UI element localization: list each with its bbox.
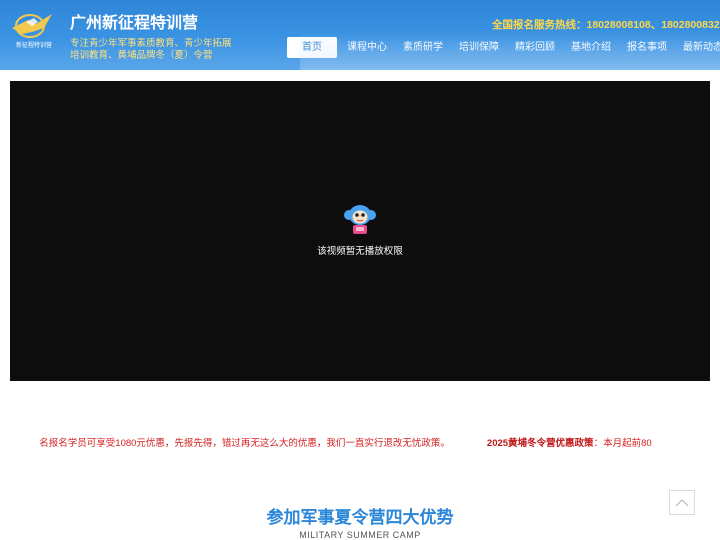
site-header: 新征程特训营 广州新征程特训营 专注青少年军事素质教育、青少年拓展 培训教育、黄… [0, 0, 720, 70]
nav-item-review[interactable]: 精彩回顾 [507, 37, 563, 58]
section-subtitle: MILITARY SUMMER CAMP [299, 530, 421, 540]
announcement-marquee[interactable]: 0名报名学员可享受1080元优惠，先报先得，错过再无这么大的优惠，我们一直实行退… [40, 433, 680, 449]
nav-item-courses[interactable]: 课程中心 [339, 37, 395, 58]
mascot-monkey-icon [344, 205, 376, 234]
nav-item-guarantee[interactable]: 培训保障 [451, 37, 507, 58]
video-player[interactable]: 该视频暂无播放权限 [10, 81, 710, 381]
marquee-tail: ：本月起前80 [593, 438, 652, 449]
chevron-up-icon [675, 498, 689, 506]
video-permission-message: 该视频暂无播放权限 [317, 246, 403, 257]
back-to-top-button[interactable] [669, 490, 695, 515]
marquee-text: 0名报名学员可享受1080元优惠，先报先得，错过再无这么大的优惠，我们一直实行退… [40, 438, 450, 449]
main-nav: 首页 课程中心 素质研学 培训保障 精彩回顾 基地介绍 报名事项 最新动态 [287, 37, 720, 58]
nav-item-signup[interactable]: 报名事项 [619, 37, 675, 58]
marquee-title: 2025黄埔冬令营优惠政策 [486, 438, 594, 449]
section-title: 参加军事夏令营四大优势 [266, 508, 454, 527]
hotline-text: 全国报名服务热线：18028008108、18028008323 [492, 19, 720, 31]
nav-item-home[interactable]: 首页 [287, 37, 337, 58]
logo-caption: 新征程特训营 [15, 43, 52, 49]
nav-item-news[interactable]: 最新动态 [675, 37, 720, 58]
brand-title[interactable]: 广州新征程特训营 [70, 9, 198, 33]
nav-item-base[interactable]: 基地介绍 [563, 37, 619, 58]
brand-tagline-line2: 培训教育、黄埔品牌冬（夏）令营 [70, 50, 213, 61]
nav-item-study[interactable]: 素质研学 [395, 37, 451, 58]
